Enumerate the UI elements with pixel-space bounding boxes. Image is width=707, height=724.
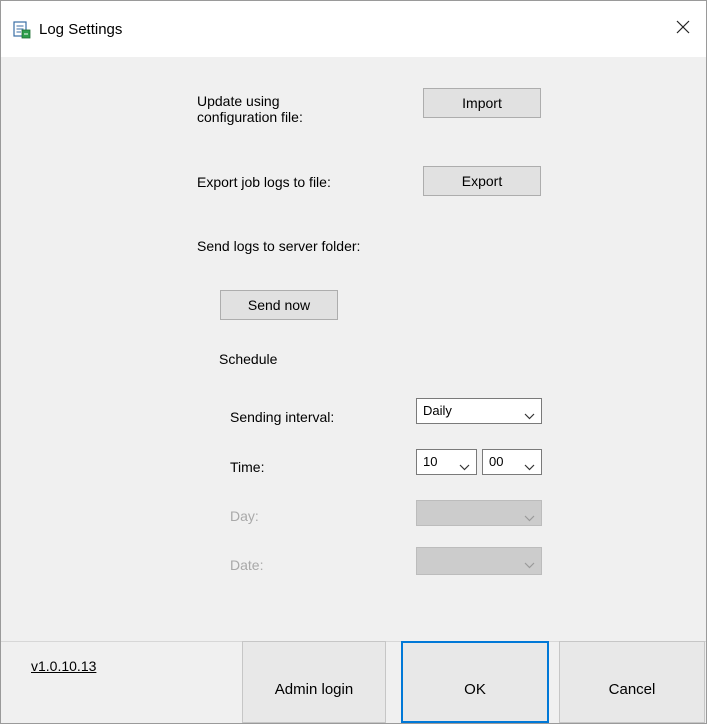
date-select — [416, 547, 542, 575]
close-button[interactable] — [660, 9, 706, 49]
time-hour-value: 10 — [423, 454, 438, 469]
import-button[interactable]: Import — [423, 88, 541, 118]
day-select — [416, 500, 542, 526]
time-label: Time: — [230, 459, 265, 475]
time-minute-value: 00 — [489, 454, 504, 469]
export-button[interactable]: Export — [423, 166, 541, 196]
cancel-button[interactable]: Cancel — [559, 641, 705, 723]
send-now-button[interactable]: Send now — [220, 290, 338, 320]
sending-interval-select[interactable]: Daily — [416, 398, 542, 424]
sending-interval-label: Sending interval: — [230, 409, 335, 425]
time-minute-select[interactable]: 00 — [482, 449, 542, 475]
chevron-down-icon — [459, 459, 470, 474]
chevron-down-icon — [524, 557, 535, 572]
day-label: Day: — [230, 508, 259, 524]
title-bar: Log Settings — [1, 1, 706, 57]
update-config-label: Update using configuration file: — [197, 93, 303, 125]
chevron-down-icon — [524, 510, 535, 525]
time-hour-select[interactable]: 10 — [416, 449, 477, 475]
schedule-label: Schedule — [219, 351, 278, 367]
admin-login-button[interactable]: Admin login — [242, 641, 386, 723]
export-logs-label: Export job logs to file: — [197, 174, 331, 190]
ok-button[interactable]: OK — [401, 641, 549, 723]
log-settings-icon — [13, 21, 31, 39]
chevron-down-icon — [524, 459, 535, 474]
send-logs-label: Send logs to server folder: — [197, 238, 361, 254]
chevron-down-icon — [524, 408, 535, 423]
version-link[interactable]: v1.0.10.13 — [31, 658, 96, 674]
dialog-title: Log Settings — [39, 21, 123, 38]
close-icon — [676, 20, 690, 39]
sending-interval-value: Daily — [423, 403, 452, 418]
log-settings-dialog: Log Settings Update using configuration … — [0, 0, 707, 724]
date-label: Date: — [230, 557, 264, 573]
